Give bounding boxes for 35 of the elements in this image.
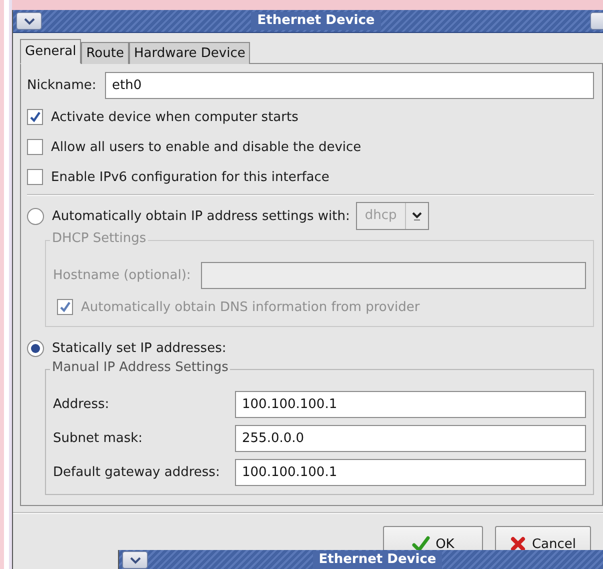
checkbox-label: Automatically obtain DNS information from provider — [81, 300, 420, 314]
tab[interactable]: Hardware Device — [128, 42, 250, 64]
window-title: Ethernet Device — [251, 12, 381, 30]
radio-button[interactable] — [27, 208, 44, 224]
window-menu-button[interactable] — [122, 551, 148, 569]
input-field[interactable]: 100.100.100.1 — [235, 391, 586, 418]
window-title: Ethernet Device — [312, 551, 442, 569]
field-label: Nickname: — [27, 78, 98, 93]
tab[interactable]: Route — [81, 42, 129, 64]
radio-label: Automatically obtain IP address settings with: — [52, 208, 350, 224]
checkbox[interactable] — [27, 109, 43, 125]
input-field[interactable]: 100.100.100.1 — [235, 459, 586, 486]
window-menu-button[interactable] — [16, 12, 42, 30]
field-label: Address: — [53, 397, 110, 412]
checkbox-label: Enable IPv6 configuration for this interface — [51, 170, 330, 184]
checkbox-label: Activate device when computer starts — [51, 110, 298, 124]
checkmark-icon — [412, 536, 430, 552]
chevron-down-icon — [24, 18, 34, 24]
field-label: Subnet mask: — [53, 431, 144, 446]
tab[interactable]: General — [20, 39, 82, 64]
group-title: DHCP Settings — [50, 231, 148, 246]
input-field[interactable]: eth0 — [105, 72, 594, 99]
input-field[interactable]: 255.0.0.0 — [235, 425, 586, 452]
field-label: Hostname (optional): — [53, 268, 192, 283]
close-button[interactable] — [590, 12, 603, 30]
cross-icon — [510, 536, 526, 552]
checkbox-label: Allow all users to enable and disable the device — [51, 140, 362, 154]
radio-button[interactable] — [27, 340, 44, 356]
group-title: Manual IP Address Settings — [50, 360, 230, 375]
caret-icon — [412, 211, 422, 221]
checkbox[interactable] — [27, 169, 43, 185]
radio-label: Statically set IP addresses: — [52, 340, 226, 356]
field-label: Default gateway address: — [53, 465, 221, 480]
checkbox[interactable] — [27, 139, 43, 155]
chevron-down-icon — [130, 556, 140, 564]
